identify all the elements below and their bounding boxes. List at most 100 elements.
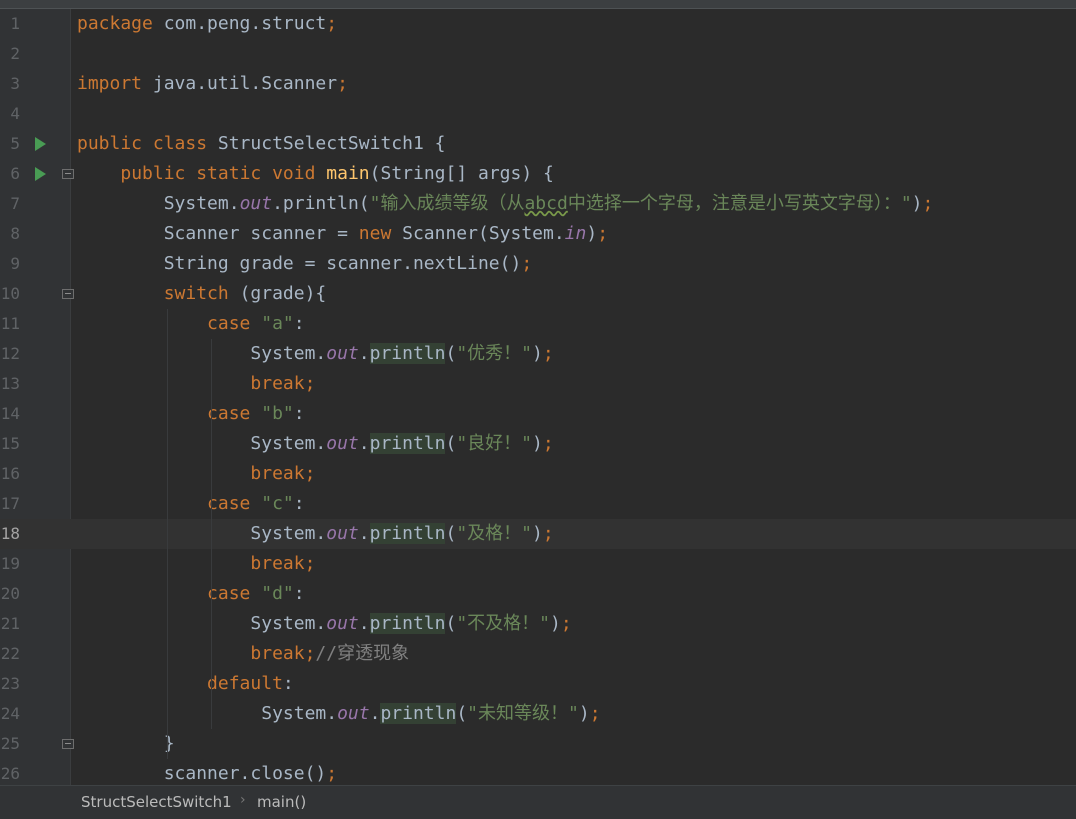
code-line[interactable]: 6 public static void main(String[] args)… <box>0 159 1076 189</box>
breadcrumb-method[interactable]: main() <box>257 793 306 811</box>
code-text: System.out.println("未知等级！"); <box>77 699 601 729</box>
code-line[interactable]: 23 default: <box>0 669 1076 699</box>
code-token: ; <box>326 763 338 784</box>
code-line[interactable]: 12 System.out.println("优秀！"); <box>0 339 1076 369</box>
code-line[interactable]: 22 break;//穿透现象 <box>0 639 1076 669</box>
code-token: in <box>564 223 587 244</box>
code-token: scanner.close() <box>77 763 327 784</box>
code-line[interactable]: 4 <box>0 99 1076 129</box>
line-number: 8 <box>10 224 20 243</box>
code-token: ; <box>521 253 533 274</box>
code-line[interactable]: 5 public class StructSelectSwitch1 { <box>0 129 1076 159</box>
code-line[interactable]: 25 } <box>0 729 1076 759</box>
code-line[interactable]: 21 System.out.println("不及格！"); <box>0 609 1076 639</box>
code-token: import <box>77 73 143 94</box>
code-text: System.out.println("输入成绩等级（从abcd中选择一个字母，… <box>77 189 934 219</box>
code-token: Scanner(System. <box>391 223 565 244</box>
code-token: : <box>293 313 305 334</box>
code-editor[interactable]: 1 package com.peng.struct; 2 3 import java.u… <box>0 9 1076 785</box>
line-number: 19 <box>0 554 20 573</box>
code-token: case <box>207 313 251 334</box>
code-token: break; <box>250 463 316 484</box>
breadcrumb-separator-icon: › <box>240 792 246 808</box>
code-token: Scanner scanner = <box>77 223 359 244</box>
code-text: System.out.println("优秀！"); <box>77 339 554 369</box>
code-line[interactable]: 20 case "d": <box>0 579 1076 609</box>
run-icon[interactable] <box>35 167 46 181</box>
code-token: System. <box>77 193 240 214</box>
code-line[interactable]: 13 break; <box>0 369 1076 399</box>
run-icon[interactable] <box>35 137 46 151</box>
code-token: case <box>207 583 251 604</box>
code-token: . <box>369 703 381 724</box>
code-token: new <box>358 223 392 244</box>
code-text: } <box>77 729 175 759</box>
fold-icon[interactable] <box>62 289 74 299</box>
code-token: ( <box>445 613 457 634</box>
code-token: ) <box>578 703 590 724</box>
code-token: "输入成绩等级（从 <box>369 193 525 214</box>
line-number: 15 <box>0 434 20 453</box>
code-token: : <box>293 493 305 514</box>
code-token: println <box>369 523 446 544</box>
fold-icon[interactable] <box>62 739 74 749</box>
line-number: 22 <box>0 644 20 663</box>
code-line[interactable]: 7 System.out.println("输入成绩等级（从abcd中选择一个字… <box>0 189 1076 219</box>
line-number: 23 <box>0 674 20 693</box>
code-token: ( <box>358 193 370 214</box>
code-line[interactable]: 18 System.out.println("及格！"); <box>0 519 1076 549</box>
code-text: case "a": <box>77 309 305 339</box>
code-line[interactable]: 1 package com.peng.struct; <box>0 9 1076 39</box>
code-line[interactable]: 26 scanner.close(); <box>0 759 1076 785</box>
code-token: break; <box>250 373 316 394</box>
code-line[interactable]: 11 case "a": <box>0 309 1076 339</box>
code-token: 中选择一个字母，注意是小写英文字母）：" <box>567 193 912 214</box>
line-number: 21 <box>0 614 20 633</box>
indent-guide <box>211 339 212 729</box>
code-line[interactable]: 10 switch (grade){ <box>0 279 1076 309</box>
top-tab-strip <box>0 0 1076 9</box>
code-text: import java.util.Scanner; <box>77 69 348 99</box>
line-number: 11 <box>0 314 20 333</box>
code-text: String grade = scanner.nextLine(); <box>77 249 532 279</box>
code-line[interactable]: 8 Scanner scanner = new Scanner(System.i… <box>0 219 1076 249</box>
line-number: 4 <box>10 104 20 123</box>
line-number: 9 <box>10 254 20 273</box>
code-line[interactable]: 15 System.out.println("良好！"); <box>0 429 1076 459</box>
code-token: ; <box>337 73 348 94</box>
code-line[interactable]: 14 case "b": <box>0 399 1076 429</box>
code-line[interactable]: 9 String grade = scanner.nextLine(); <box>0 249 1076 279</box>
code-line[interactable]: 19 break; <box>0 549 1076 579</box>
code-line[interactable]: 3 import java.util.Scanner; <box>0 69 1076 99</box>
fold-icon[interactable] <box>62 169 74 179</box>
code-line[interactable]: 16 break; <box>0 459 1076 489</box>
code-line[interactable]: 17 case "c": <box>0 489 1076 519</box>
code-text: scanner.close(); <box>77 759 337 785</box>
breadcrumb-class[interactable]: StructSelectSwitch1 <box>81 793 232 811</box>
code-token: "a" <box>261 313 294 334</box>
code-line[interactable]: 2 <box>0 39 1076 69</box>
code-line[interactable]: 24 System.out.println("未知等级！"); <box>0 699 1076 729</box>
code-token: println <box>282 193 359 214</box>
code-token: main <box>326 163 370 184</box>
code-token: out <box>326 523 359 544</box>
code-token: println <box>369 613 446 634</box>
code-token: package <box>77 13 153 34</box>
code-token: ; <box>542 433 554 454</box>
code-token: break; <box>250 643 316 664</box>
line-number: 1 <box>10 14 20 33</box>
code-token: break; <box>250 553 316 574</box>
line-number: 10 <box>0 284 20 303</box>
code-text: break; <box>77 459 315 489</box>
code-text: switch (grade){ <box>77 279 327 309</box>
code-text: public static void main(String[] args) { <box>77 159 554 189</box>
